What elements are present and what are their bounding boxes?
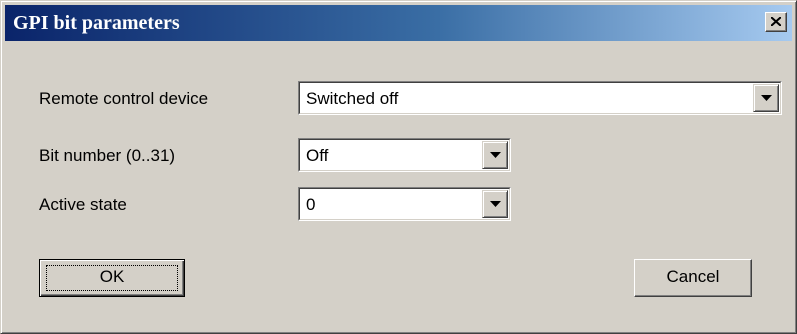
chevron-down-icon [761,95,772,101]
remote-control-device-dropdown-button[interactable] [753,84,779,112]
active-state-label: Active state [39,195,127,214]
active-state-value: 0 [306,195,316,214]
close-icon [771,17,781,26]
remote-control-device-value: Switched off [306,89,399,108]
chevron-down-icon [490,201,501,207]
cancel-button[interactable]: Cancel [634,259,752,297]
active-state-select[interactable]: 0 [298,187,511,221]
bit-number-label: Bit number (0..31) [39,146,176,165]
cancel-button-label: Cancel [666,267,720,286]
bit-number-value: Off [306,146,329,165]
close-button[interactable] [765,12,787,32]
dialog-title: GPI bit parameters [13,12,180,34]
remote-control-device-select[interactable]: Switched off [298,81,782,115]
title-bar[interactable]: GPI bit parameters [5,5,792,41]
bit-number-select[interactable]: Off [298,138,511,172]
bit-number-dropdown-button[interactable] [482,141,508,169]
gpi-bit-parameters-dialog: GPI bit parameters Remote control device… [0,0,797,334]
ok-button[interactable]: OK [39,259,185,297]
chevron-down-icon [490,152,501,158]
active-state-dropdown-button[interactable] [482,190,508,218]
focus-rectangle [46,265,178,291]
remote-control-device-label: Remote control device [39,89,209,108]
